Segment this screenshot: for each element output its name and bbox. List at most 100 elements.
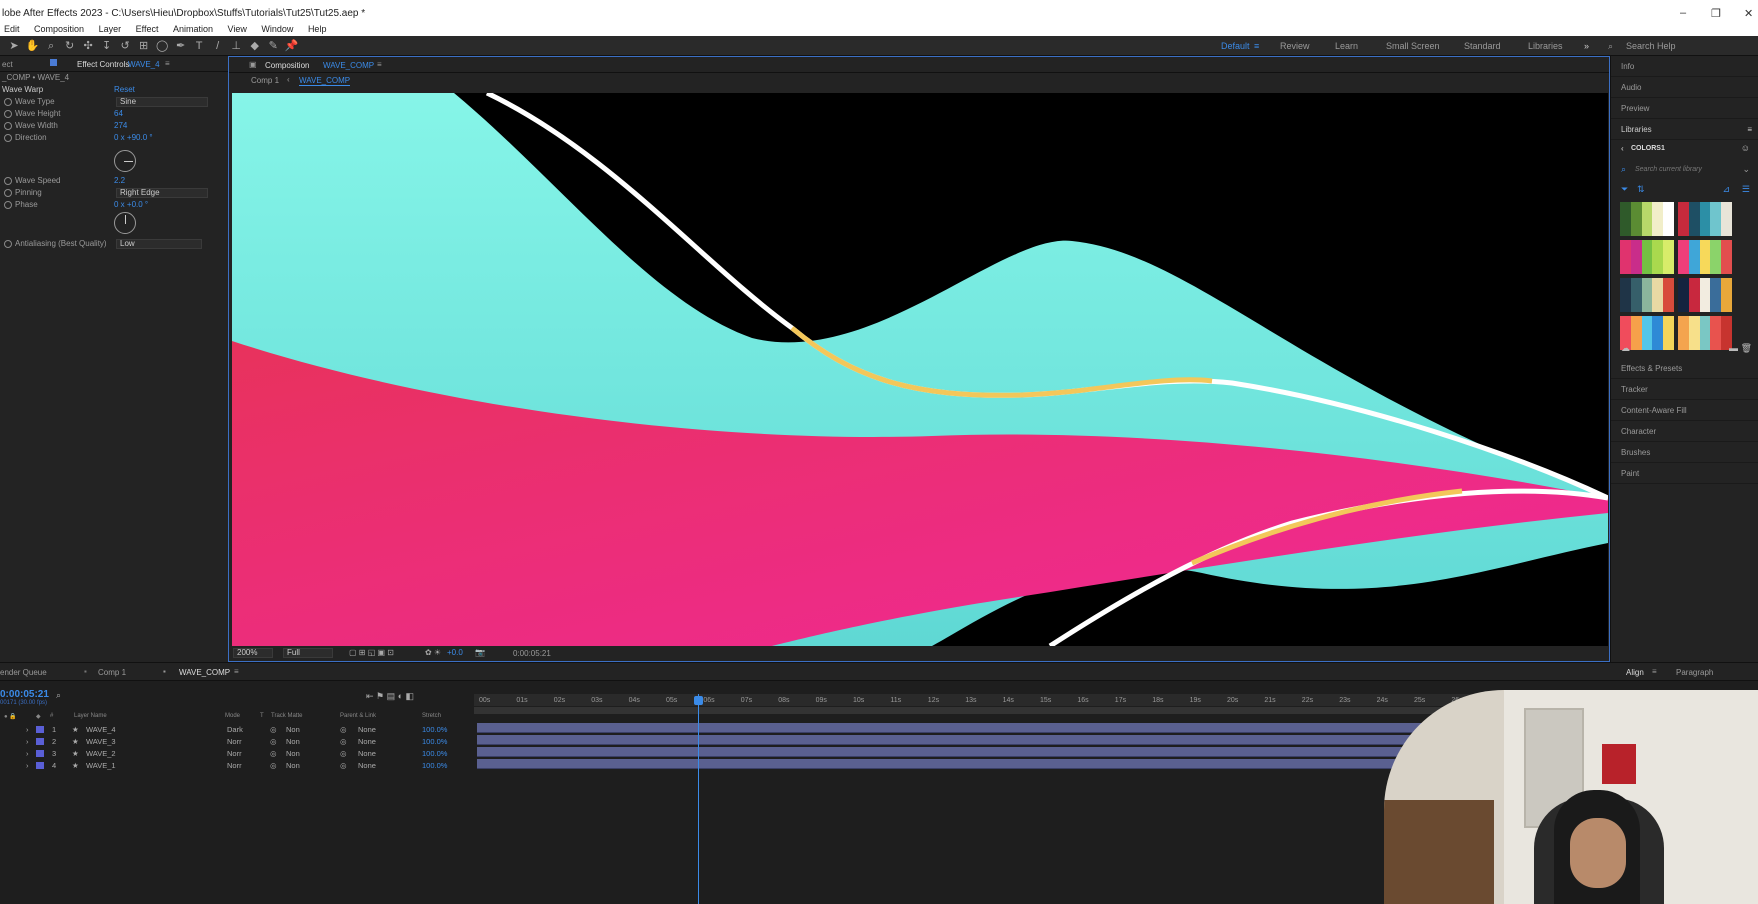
wave-speed-value[interactable]: 2.2 — [114, 175, 125, 187]
effects-presets-panel[interactable]: Effects & Presets — [1611, 358, 1758, 379]
libraries-menu-icon[interactable]: ≡ — [1747, 119, 1752, 140]
content-aware-fill-panel[interactable]: Content-Aware Fill — [1611, 400, 1758, 421]
workspace-menu-icon[interactable]: ≡ — [1254, 41, 1259, 51]
layer-stretch[interactable]: 100.0% — [422, 760, 447, 771]
playhead-line[interactable] — [698, 694, 699, 904]
color-theme-swatch[interactable] — [1678, 240, 1732, 274]
cloud-sync-icon[interactable]: ☁ — [1621, 343, 1630, 354]
effect-name[interactable]: Wave Warp — [2, 84, 43, 96]
list-view-icon[interactable]: ☰ — [1742, 184, 1750, 195]
track-matte-icon[interactable]: ◎ — [270, 724, 277, 735]
shape-tool-icon[interactable]: ◯ — [154, 39, 170, 53]
wave-comp-tab[interactable]: WAVE_COMP — [179, 668, 230, 677]
preview-panel[interactable]: Preview — [1611, 98, 1758, 119]
workspace-learn[interactable]: Learn — [1335, 41, 1358, 51]
exposure-value[interactable]: +0.0 — [447, 648, 463, 657]
layer-expand-icon[interactable]: › — [26, 748, 29, 759]
layer-label-color[interactable] — [36, 726, 44, 733]
eraser-tool-icon[interactable]: ◆ — [247, 39, 263, 53]
panel-menu-icon[interactable]: ≡ — [165, 59, 170, 68]
breadcrumb-wave-comp[interactable]: WAVE_COMP — [299, 76, 351, 86]
stopwatch-icon[interactable] — [4, 200, 12, 209]
stopwatch-icon[interactable] — [4, 97, 12, 106]
menu-layer[interactable]: Layer — [99, 24, 122, 34]
current-time[interactable]: 0:00:05:21 — [0, 689, 49, 700]
color-settings-icon[interactable]: ✿ ☀ — [425, 648, 441, 657]
comp-lock-icon[interactable]: ▣ — [249, 60, 257, 69]
layer-mode-select[interactable]: Dark — [227, 724, 243, 735]
layer-row[interactable]: › 4 ★ WAVE_1 Norr ◎ Non ◎ None 100.0% — [0, 760, 447, 771]
track-matte-icon[interactable]: ◎ — [270, 760, 277, 771]
menu-view[interactable]: View — [228, 24, 247, 34]
layer-row[interactable]: › 2 ★ WAVE_3 Norr ◎ Non ◎ None 100.0% — [0, 736, 447, 747]
workspace-review[interactable]: Review — [1280, 41, 1310, 51]
clone-stamp-tool-icon[interactable]: ⊥ — [228, 39, 244, 53]
orbit-tool-icon[interactable]: ↻ — [62, 39, 78, 53]
new-folder-icon[interactable]: ▬ — [1729, 343, 1738, 353]
library-back-icon[interactable]: ‹ — [1621, 144, 1624, 153]
parent-pickwhip-icon[interactable]: ◎ — [340, 748, 347, 759]
color-theme-swatch[interactable] — [1620, 278, 1674, 312]
layer-name[interactable]: WAVE_3 — [86, 736, 116, 747]
tracker-panel[interactable]: Tracker — [1611, 379, 1758, 400]
paragraph-tab[interactable]: Paragraph — [1676, 668, 1713, 677]
layer-matte-select[interactable]: Non — [286, 748, 300, 759]
breadcrumb-comp1[interactable]: Comp 1 — [251, 76, 279, 85]
character-panel[interactable]: Character — [1611, 421, 1758, 442]
layer-label-color[interactable] — [36, 750, 44, 757]
layer-row[interactable]: › 1 ★ WAVE_4 Dark ◎ Non ◎ None 100.0% — [0, 724, 447, 735]
color-theme-swatch[interactable] — [1678, 316, 1732, 350]
comp-panel-menu-icon[interactable]: ≡ — [377, 60, 382, 69]
direction-dial[interactable] — [114, 150, 136, 172]
layer-name[interactable]: WAVE_4 — [86, 724, 116, 735]
hand-tool-icon[interactable]: ✋ — [25, 39, 41, 53]
layer-stretch[interactable]: 100.0% — [422, 724, 447, 735]
pen-tool-icon[interactable]: ✒ — [173, 39, 189, 53]
roto-brush-tool-icon[interactable]: ✎ — [265, 39, 281, 53]
playhead-handle[interactable] — [694, 696, 703, 705]
color-theme-swatch[interactable] — [1678, 278, 1732, 312]
composition-tab[interactable]: Composition — [265, 61, 309, 70]
stopwatch-icon[interactable] — [4, 239, 12, 248]
layer-parent-select[interactable]: None — [358, 748, 376, 759]
selection-tool-icon[interactable]: ➤ — [6, 39, 22, 53]
workspace-default[interactable]: Default — [1221, 41, 1250, 51]
workspace-more-icon[interactable]: » — [1584, 41, 1589, 51]
layer-matte-select[interactable]: Non — [286, 736, 300, 747]
align-tab[interactable]: Align — [1626, 668, 1644, 677]
phase-value[interactable]: 0 x +0.0 ° — [114, 199, 148, 211]
track-matte-icon[interactable]: ◎ — [270, 748, 277, 759]
menu-composition[interactable]: Composition — [34, 24, 84, 34]
viewer-timecode[interactable]: 0:00:05:21 — [513, 649, 551, 658]
wave-width-value[interactable]: 274 — [114, 120, 127, 132]
workspace-libraries[interactable]: Libraries — [1528, 41, 1563, 51]
layer-matte-select[interactable]: Non — [286, 760, 300, 771]
search-help-input[interactable]: Search Help — [1626, 41, 1676, 51]
region-of-interest-icon[interactable]: ▢ ⊞ ◱ ▣ ⊡ — [349, 648, 394, 657]
menu-edit[interactable]: Edit — [4, 24, 20, 34]
info-panel[interactable]: Info — [1611, 56, 1758, 77]
library-user-icon[interactable]: ☺ — [1741, 143, 1750, 153]
search-help-icon[interactable]: ⌕ — [1608, 41, 1613, 52]
minimize-button[interactable]: – — [1680, 7, 1686, 19]
layer-mode-select[interactable]: Norr — [227, 736, 242, 747]
timeline-menu-icon[interactable]: ≡ — [234, 667, 239, 676]
maximize-button[interactable]: ❐ — [1711, 7, 1721, 20]
render-queue-tab[interactable]: ender Queue — [0, 668, 47, 677]
align-menu-icon[interactable]: ≡ — [1652, 667, 1657, 676]
layer-parent-select[interactable]: None — [358, 760, 376, 771]
audio-panel[interactable]: Audio — [1611, 77, 1758, 98]
layer-stretch[interactable]: 100.0% — [422, 736, 447, 747]
sort-icon[interactable]: ⇅ — [1637, 184, 1645, 195]
color-theme-swatch[interactable] — [1620, 202, 1674, 236]
layer-expand-icon[interactable]: › — [26, 724, 29, 735]
layer-expand-icon[interactable]: › — [26, 736, 29, 747]
snapshot-icon[interactable]: 📷 — [475, 648, 485, 657]
layer-parent-select[interactable]: None — [358, 724, 376, 735]
effect-controls-tab[interactable]: Effect Controls — [77, 60, 129, 69]
timeline-switches-icon[interactable]: ⇤ ⚑ ▤ ◐ ◧ — [366, 691, 414, 702]
layer-parent-select[interactable]: None — [358, 736, 376, 747]
parent-pickwhip-icon[interactable]: ◎ — [340, 760, 347, 771]
menu-help[interactable]: Help — [308, 24, 327, 34]
brushes-panel[interactable]: Brushes — [1611, 442, 1758, 463]
